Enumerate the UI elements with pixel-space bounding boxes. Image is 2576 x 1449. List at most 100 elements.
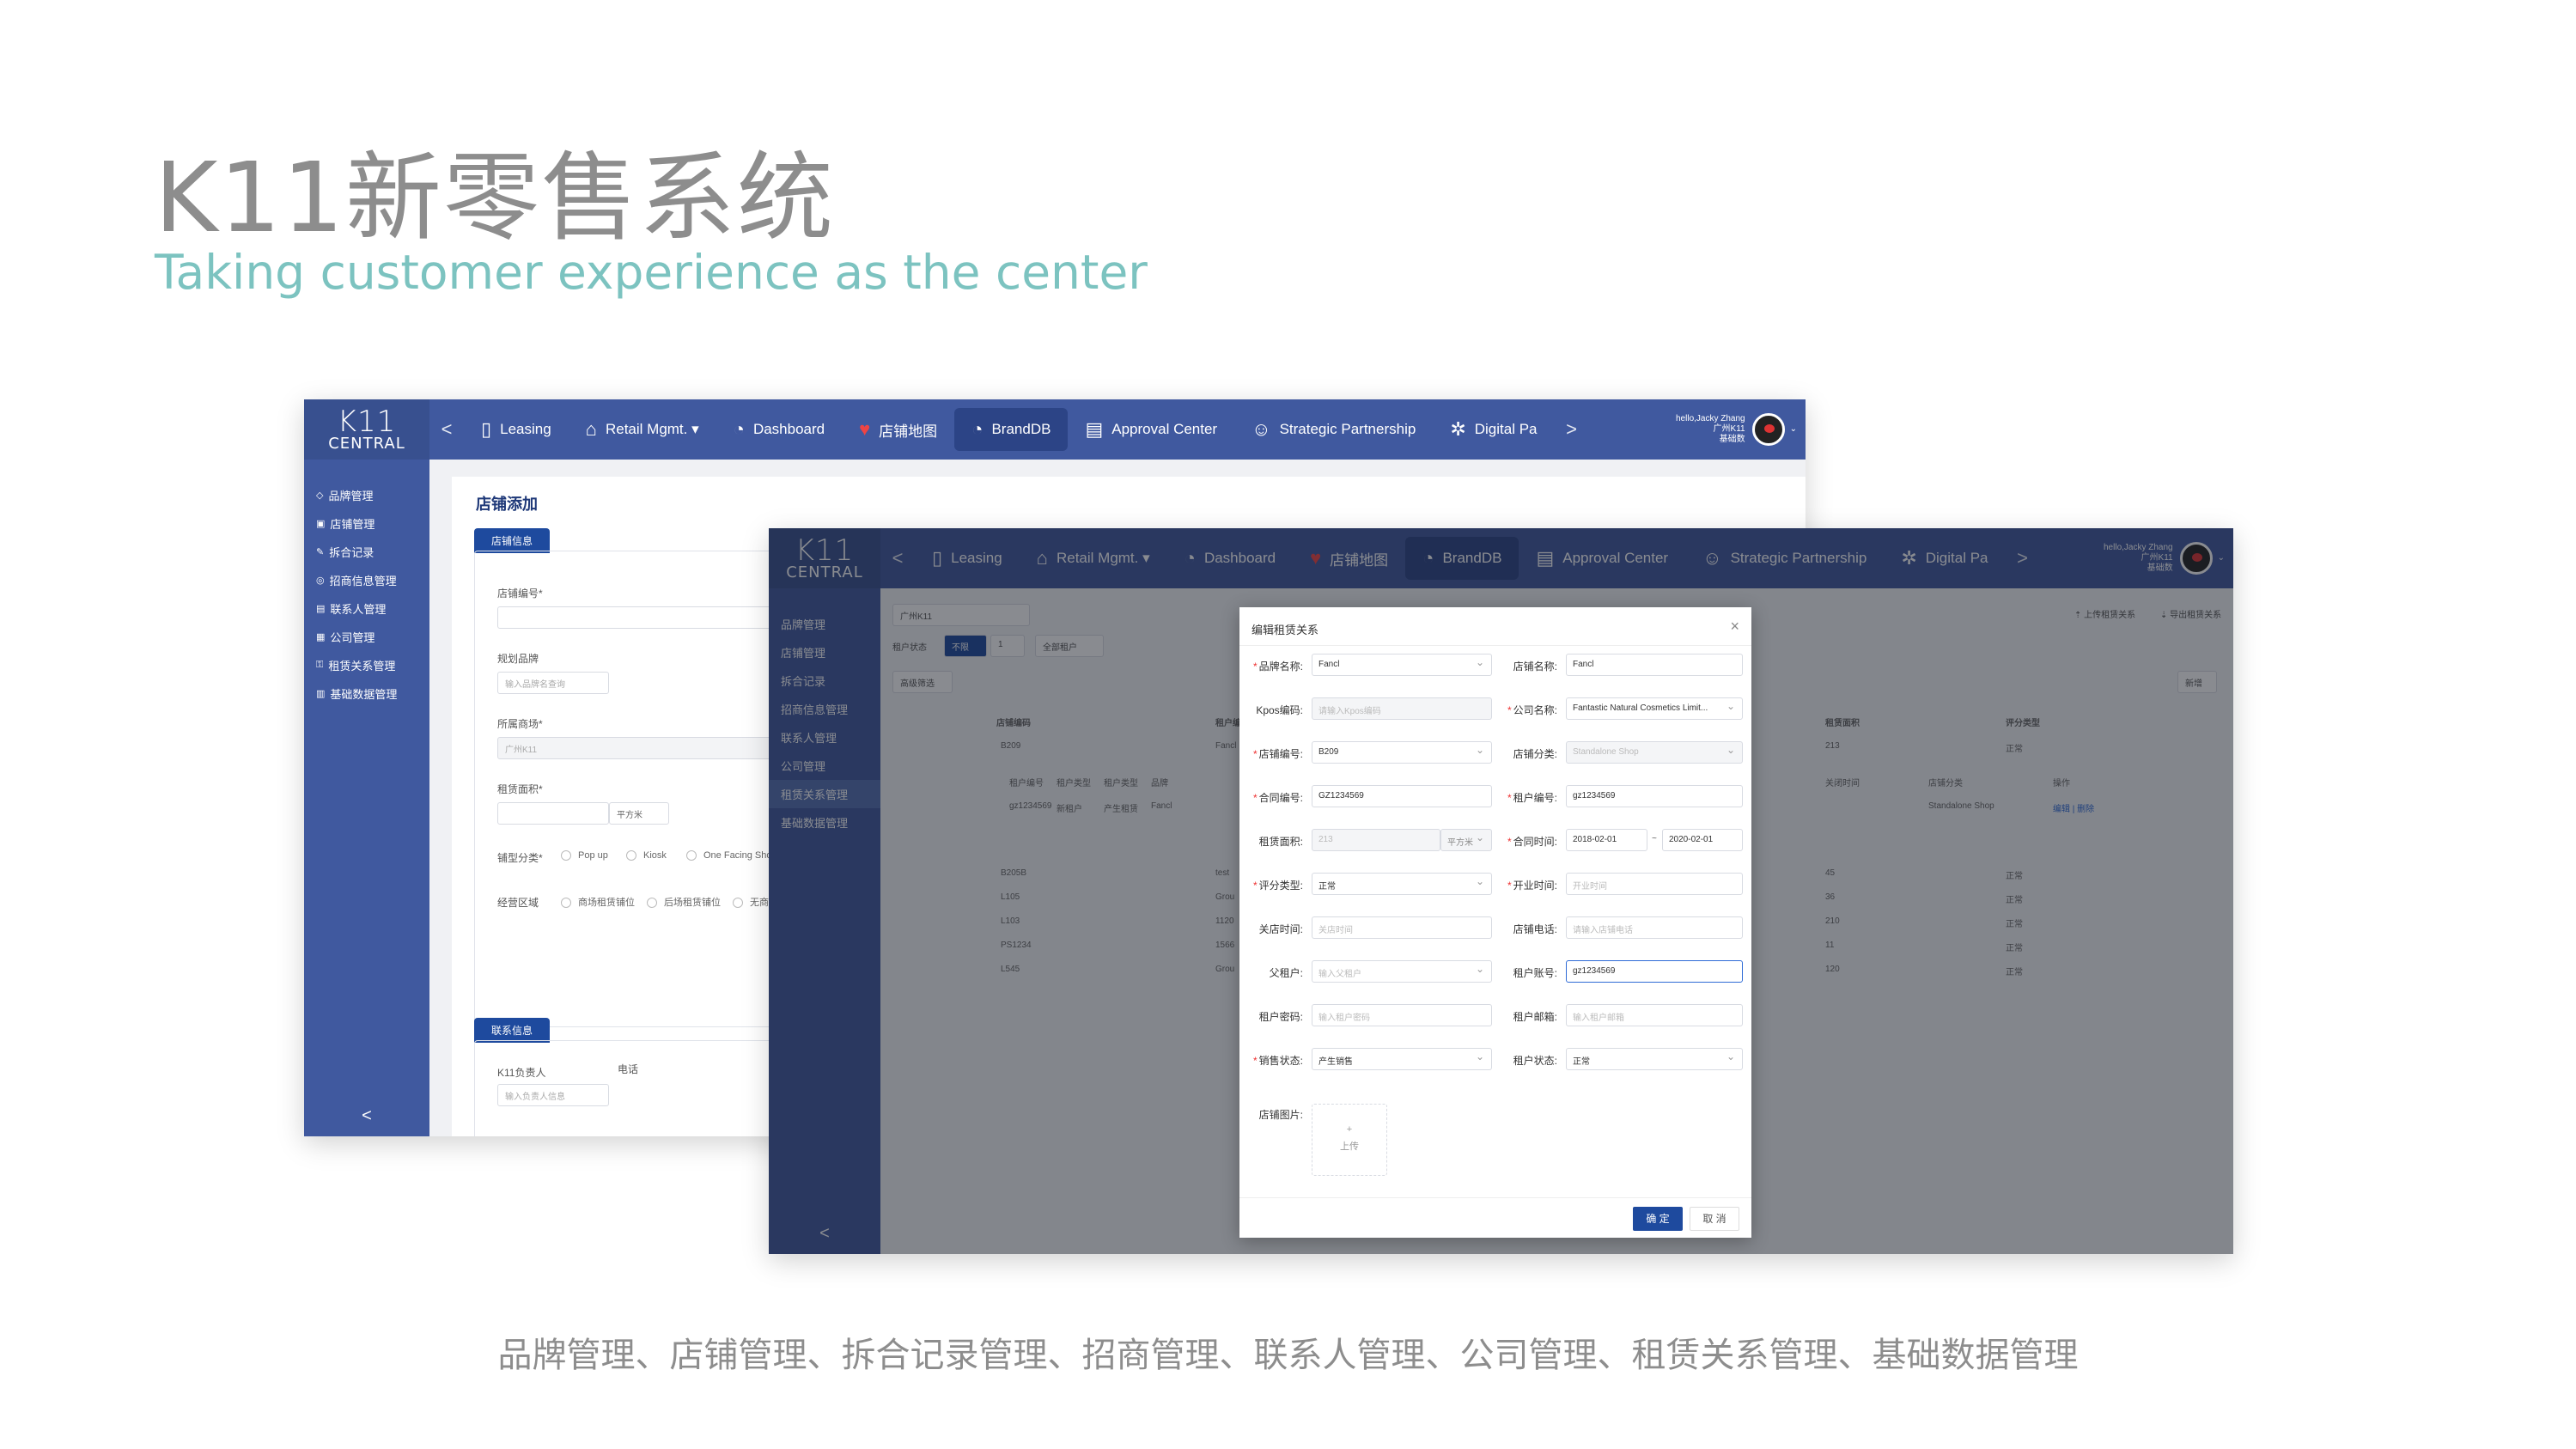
lease-window: K11CENTRAL < ▯Leasing ⌂Retail Mgmt. ▾ ◔D…: [769, 528, 2233, 1254]
sidebar-item-lease[interactable]: ⚿ 租赁关系管理: [304, 651, 429, 679]
area-unit-select[interactable]: 平方米: [609, 802, 669, 825]
company-select[interactable]: Fantastic Natural Cosmetics Limit...: [1566, 697, 1743, 720]
contract-time-label: * 合同时间:: [1507, 836, 1557, 848]
tenant-password-input[interactable]: 输入租户密码: [1312, 1004, 1492, 1026]
confirm-button[interactable]: 确 定: [1633, 1207, 1683, 1231]
tenant-email-label: 租户邮箱:: [1513, 1011, 1557, 1023]
plan-brand-input[interactable]: 输入品牌名查询: [497, 672, 609, 694]
store-type-label: 店铺分类:: [1513, 748, 1557, 760]
tenant-no-label: * 租户编号:: [1507, 792, 1557, 804]
open-time-input[interactable]: 开业时间: [1566, 873, 1743, 895]
image-upload[interactable]: + 上传: [1312, 1104, 1387, 1176]
parent-tenant-label: 父租户:: [1269, 967, 1303, 979]
contract-no-input[interactable]: GZ1234569: [1312, 785, 1492, 807]
slide-subtitle: Taking customer experience as the center: [155, 245, 1148, 300]
chart-icon: ▥: [316, 689, 326, 699]
store-no-label: 店铺编号*: [497, 588, 543, 600]
tenant-status-select[interactable]: 正常: [1566, 1048, 1743, 1070]
lease-area-label: 租赁面积:: [1258, 836, 1303, 848]
door-icon: ▯: [481, 418, 492, 440]
sidebar-item-base[interactable]: ▥ 基础数据管理: [304, 679, 429, 708]
sidebar-item-company[interactable]: ▦ 公司管理: [304, 623, 429, 651]
tenant-account-input[interactable]: gz1234569: [1566, 960, 1743, 983]
store-type-select[interactable]: Standalone Shop: [1566, 741, 1743, 764]
store-phone-label: 店铺电话:: [1513, 923, 1557, 935]
tenant-password-label: 租户密码:: [1258, 1011, 1303, 1023]
zone-label: 经营区域: [497, 897, 539, 909]
close-time-input[interactable]: 关店时间: [1312, 916, 1492, 939]
sidebar-item-split[interactable]: ✎ 拆合记录: [304, 538, 429, 566]
sales-status-label: * 销售状态:: [1252, 1055, 1303, 1067]
top-nav: K11CENTRAL < ▯Leasing ⌂Retail Mgmt. ▾ ◔D…: [304, 399, 1806, 460]
tenant-account-label: 租户账号:: [1513, 967, 1557, 979]
user-menu[interactable]: hello,Jacky Zhang广州K11基础数⌄: [1676, 413, 1806, 446]
area-unit-select[interactable]: 平方米: [1440, 829, 1492, 851]
store-no-select[interactable]: B209: [1312, 741, 1492, 764]
tenant-status-label: 租户状态:: [1513, 1055, 1557, 1067]
store-name-label: 店铺名称:: [1513, 661, 1557, 673]
tab-contact-info[interactable]: 联系信息: [474, 1018, 551, 1043]
sidebar-item-brand[interactable]: ◇ 品牌管理: [304, 481, 429, 509]
zone-back-radio[interactable]: 后场租赁铺位: [647, 895, 721, 909]
store-no-label: * 店铺编号:: [1252, 748, 1303, 760]
target-icon: ◎: [316, 575, 325, 586]
dashboard-icon: ◔: [733, 418, 745, 440]
nav-retail[interactable]: ⌂Retail Mgmt. ▾: [569, 408, 716, 451]
rate-type-label: * 评分类型:: [1252, 880, 1303, 892]
map-pin-icon: ♥: [859, 418, 871, 440]
brand-name-select[interactable]: Fancl: [1312, 654, 1492, 676]
close-icon[interactable]: ×: [1730, 618, 1739, 636]
sidebar-item-store[interactable]: ▣ 店铺管理: [304, 509, 429, 538]
sidebar-item-invest[interactable]: ◎ 招商信息管理: [304, 566, 429, 594]
type-kiosk-radio[interactable]: Kiosk: [626, 850, 667, 861]
store-name-input[interactable]: Fancl: [1566, 654, 1743, 676]
nav-next-icon[interactable]: >: [1555, 418, 1589, 441]
nav-partnership[interactable]: ☺Strategic Partnership: [1234, 408, 1433, 451]
zone-mall-radio[interactable]: 商场租赁铺位: [561, 895, 635, 909]
contract-start-date[interactable]: 2018-02-01: [1566, 829, 1647, 851]
sidebar-item-contact[interactable]: ▤ 联系人管理: [304, 594, 429, 623]
date-separator: ~: [1652, 834, 1657, 843]
nav-approval[interactable]: ▤Approval Center: [1068, 408, 1234, 451]
kpos-input[interactable]: 请输入Kpos编码: [1312, 697, 1492, 720]
open-time-label: * 开业时间:: [1507, 880, 1557, 892]
brand-icon: ◔: [971, 418, 984, 440]
edit-lease-dialog: 编辑租赁关系 × *品牌名称: Fancl 店铺名称: Fancl Kpos编码…: [1239, 607, 1751, 1238]
k11-owner-label: K11负责人: [497, 1067, 546, 1079]
sales-status-select[interactable]: 产生销售: [1312, 1048, 1492, 1070]
contact-icon: ▤: [316, 604, 326, 614]
owner-input[interactable]: 输入负责人信息: [497, 1084, 609, 1106]
nav-dashboard[interactable]: ◔Dashboard: [716, 408, 842, 451]
nav-leasing[interactable]: ▯Leasing: [464, 408, 569, 451]
avatar[interactable]: [1751, 413, 1785, 446]
k11-logo[interactable]: K11CENTRAL: [304, 399, 429, 460]
type-onefacing-radio[interactable]: One Facing Shop: [686, 850, 777, 861]
plan-brand-label: 规划品牌: [497, 653, 539, 665]
tab-store-info[interactable]: 店铺信息: [474, 528, 551, 553]
store-icon: ▣: [316, 519, 326, 529]
nav-digital[interactable]: ✲Digital Pa: [1433, 408, 1554, 451]
lease-area-input[interactable]: 213: [1312, 829, 1440, 851]
area-input[interactable]: [497, 802, 609, 825]
slide-footer: 品牌管理、店铺管理、拆合记录管理、招商管理、联系人管理、公司管理、租赁关系管理、…: [497, 1336, 2079, 1375]
nav-prev-icon[interactable]: <: [429, 418, 464, 441]
area-label: 租赁面积*: [497, 783, 543, 795]
parent-tenant-select[interactable]: 输入父租户: [1312, 960, 1492, 983]
store-image-label: 店铺图片:: [1258, 1109, 1303, 1121]
tenant-no-input[interactable]: gz1234569: [1566, 785, 1743, 807]
dialog-title: 编辑租赁关系: [1251, 624, 1319, 636]
brand-name-label: * 品牌名称:: [1252, 661, 1303, 673]
tenant-email-input[interactable]: 输入租户邮箱: [1566, 1004, 1743, 1026]
cancel-button[interactable]: 取 消: [1690, 1207, 1739, 1231]
nav-store-map[interactable]: ♥店铺地图: [842, 408, 954, 451]
collapse-icon[interactable]: <: [304, 1106, 429, 1126]
contract-end-date[interactable]: 2020-02-01: [1662, 829, 1743, 851]
sidebar: ◇ 品牌管理 ▣ 店铺管理 ✎ 拆合记录 ◎ 招商信息管理 ▤ 联系人管理 ▦ 公司管理 ⚿…: [304, 460, 429, 1136]
nav-branddb[interactable]: ◔BrandDB: [954, 408, 1069, 451]
chevron-down-icon: ⌄: [1789, 424, 1797, 434]
phone-label: 电话: [618, 1063, 639, 1075]
store-phone-input[interactable]: 请输入店铺电话: [1566, 916, 1743, 939]
close-time-label: 关店时间:: [1258, 923, 1303, 935]
rate-type-select[interactable]: 正常: [1312, 873, 1492, 895]
type-popup-radio[interactable]: Pop up: [561, 850, 608, 861]
